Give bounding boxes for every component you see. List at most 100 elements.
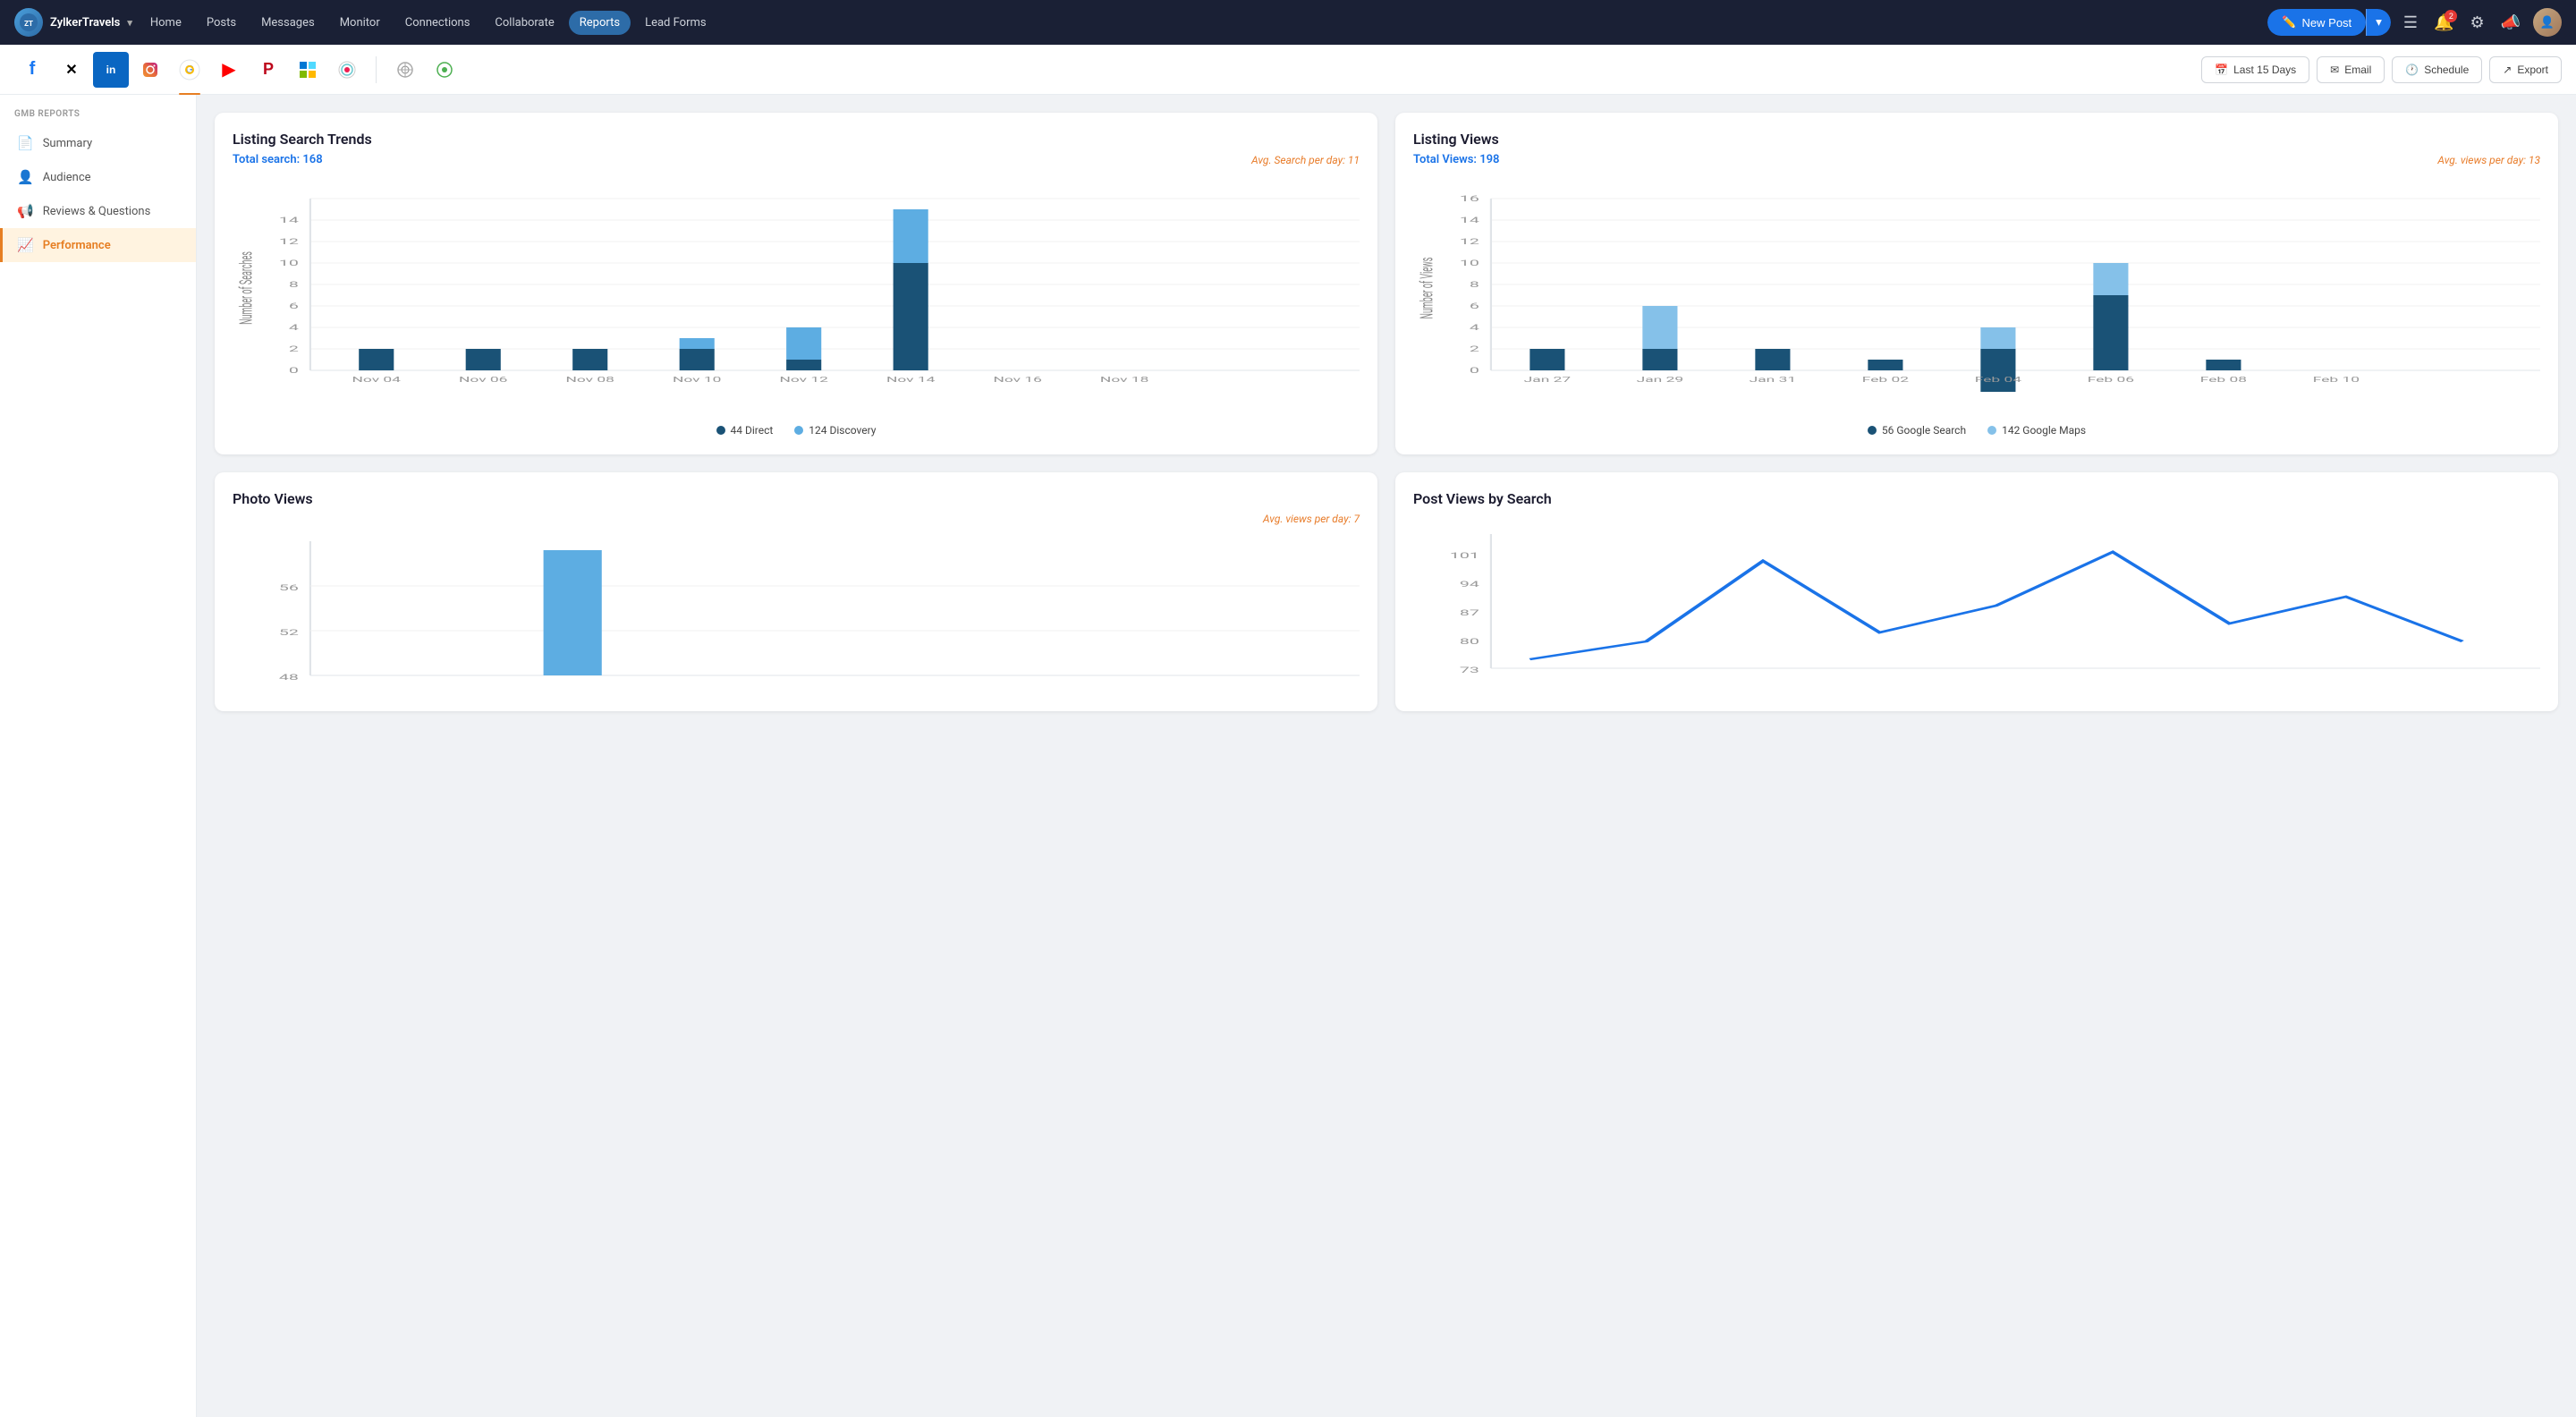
microsoft-teams-button[interactable] bbox=[290, 52, 326, 88]
svg-text:8: 8 bbox=[289, 280, 299, 290]
new-post-button[interactable]: ✏️ New Post bbox=[2267, 9, 2366, 36]
svg-text:94: 94 bbox=[1460, 580, 1480, 590]
svg-text:Jan 27: Jan 27 bbox=[1524, 376, 1572, 384]
svg-text:12: 12 bbox=[279, 237, 299, 247]
svg-text:Nov 14: Nov 14 bbox=[886, 376, 936, 384]
user-avatar[interactable]: 👤 bbox=[2533, 8, 2562, 37]
email-button[interactable]: ✉ Email bbox=[2317, 56, 2385, 83]
date-range-button[interactable]: 📅 Last 15 Days bbox=[2201, 56, 2309, 83]
svg-text:Feb 10: Feb 10 bbox=[2313, 376, 2360, 384]
svg-text:Jan 29: Jan 29 bbox=[1637, 376, 1683, 384]
post-views-card: Post Views by Search 73 80 87 94 101 bbox=[1395, 472, 2558, 711]
nav-home[interactable]: Home bbox=[140, 11, 192, 35]
svg-text:Nov 06: Nov 06 bbox=[459, 376, 507, 384]
gmb-icon-button[interactable]: G bbox=[172, 52, 208, 88]
instagram-icon-button[interactable] bbox=[132, 52, 168, 88]
settings-button[interactable]: ⚙ bbox=[2466, 10, 2487, 36]
nav-collaborate[interactable]: Collaborate bbox=[484, 11, 564, 35]
listing-search-legend: 44 Direct 124 Discovery bbox=[233, 424, 1360, 437]
svg-text:Number of Searches: Number of Searches bbox=[236, 251, 257, 325]
svg-text:Nov 08: Nov 08 bbox=[566, 376, 614, 384]
listing-search-trends-card: Listing Search Trends Total search: 168 … bbox=[215, 113, 1377, 454]
sidebar-performance-label: Performance bbox=[43, 239, 111, 252]
photo-views-chart: 48 52 56 bbox=[233, 532, 1360, 693]
audience-icon: 👤 bbox=[17, 169, 34, 185]
tiktok-icon-button[interactable] bbox=[329, 52, 365, 88]
export-button[interactable]: ↗ Export bbox=[2489, 56, 2562, 83]
nav-reports[interactable]: Reports bbox=[569, 11, 631, 35]
menu-icon-button[interactable]: ☰ bbox=[2400, 10, 2421, 36]
listing-search-meta: Total search: 168 Avg. Search per day: 1… bbox=[233, 153, 1360, 166]
brand-dropdown-icon[interactable]: ▾ bbox=[127, 17, 132, 29]
sidebar-item-audience[interactable]: 👤 Audience bbox=[0, 160, 196, 194]
nav-connections[interactable]: Connections bbox=[394, 11, 481, 35]
svg-text:48: 48 bbox=[279, 673, 299, 683]
listing-search-title: Listing Search Trends bbox=[233, 131, 1360, 148]
listing-search-avg: Avg. Search per day: 11 bbox=[1251, 154, 1360, 166]
svg-text:4: 4 bbox=[289, 323, 300, 333]
brand-logo[interactable]: ZT ZylkerTravels ▾ bbox=[14, 8, 132, 37]
nav-right: ✏️ New Post ▾ ☰ 🔔 2 ⚙ 📣 👤 bbox=[2267, 8, 2562, 37]
youtube-icon-button[interactable]: ▶ bbox=[211, 52, 247, 88]
svg-text:Nov 04: Nov 04 bbox=[352, 376, 402, 384]
sidebar-item-reviews[interactable]: 📢 Reviews & Questions bbox=[0, 194, 196, 228]
legend-google-search: 56 Google Search bbox=[1868, 424, 1966, 437]
svg-text:6: 6 bbox=[289, 301, 299, 311]
svg-text:2: 2 bbox=[289, 344, 299, 354]
social-divider bbox=[376, 56, 377, 83]
schedule-button[interactable]: 🕐 Schedule bbox=[2392, 56, 2482, 83]
svg-text:Feb 08: Feb 08 bbox=[2200, 376, 2247, 384]
schedule-label: Schedule bbox=[2424, 64, 2469, 76]
twitter-icon-button[interactable]: ✕ bbox=[54, 52, 89, 88]
clock-icon: 🕐 bbox=[2405, 64, 2419, 76]
svg-text:14: 14 bbox=[279, 216, 300, 225]
svg-text:Nov 12: Nov 12 bbox=[779, 376, 828, 384]
sidebar-section-label: GMB REPORTS bbox=[0, 109, 196, 126]
pinterest-icon-button[interactable]: P bbox=[250, 52, 286, 88]
nav-messages[interactable]: Messages bbox=[250, 11, 326, 35]
sidebar-item-summary[interactable]: 📄 Summary bbox=[0, 126, 196, 160]
new-post-dropdown-button[interactable]: ▾ bbox=[2366, 9, 2391, 36]
extra-social-2[interactable] bbox=[427, 52, 462, 88]
sidebar-item-performance[interactable]: 📈 Performance bbox=[0, 228, 196, 262]
extra-social-1[interactable] bbox=[387, 52, 423, 88]
listing-search-total: Total search: 168 bbox=[233, 153, 323, 166]
email-icon: ✉ bbox=[2330, 64, 2339, 76]
social-bar-actions: 📅 Last 15 Days ✉ Email 🕐 Schedule ↗ Expo… bbox=[2201, 56, 2562, 83]
sidebar-summary-label: Summary bbox=[43, 137, 92, 150]
top-navigation: ZT ZylkerTravels ▾ Home Posts Messages M… bbox=[0, 0, 2576, 45]
linkedin-icon-button[interactable]: in bbox=[93, 52, 129, 88]
listing-search-chart: 0 2 4 6 8 10 12 14 Number of Searches No… bbox=[233, 181, 1360, 413]
export-icon: ↗ bbox=[2503, 64, 2512, 76]
photo-views-title: Photo Views bbox=[233, 490, 1360, 507]
svg-text:Number of Views: Number of Views bbox=[1417, 257, 1437, 318]
nav-lead-forms[interactable]: Lead Forms bbox=[634, 11, 717, 35]
svg-text:101: 101 bbox=[1450, 551, 1479, 561]
listing-views-legend: 56 Google Search 142 Google Maps bbox=[1413, 424, 2540, 437]
svg-text:Feb 02: Feb 02 bbox=[1862, 376, 1910, 384]
svg-text:Nov 10: Nov 10 bbox=[673, 376, 721, 384]
new-post-icon: ✏️ bbox=[2282, 15, 2296, 30]
legend-direct-dot bbox=[716, 426, 725, 435]
calendar-icon: 📅 bbox=[2215, 64, 2228, 76]
nav-monitor[interactable]: Monitor bbox=[329, 11, 391, 35]
svg-text:16: 16 bbox=[1460, 194, 1479, 204]
svg-text:80: 80 bbox=[1460, 637, 1479, 647]
main-layout: GMB REPORTS 📄 Summary 👤 Audience 📢 Revie… bbox=[0, 95, 2576, 1417]
legend-discovery-label: 124 Discovery bbox=[809, 424, 876, 437]
listing-views-total: Total Views: 198 bbox=[1413, 153, 1499, 166]
sidebar-audience-label: Audience bbox=[43, 171, 91, 184]
facebook-icon-button[interactable]: f bbox=[14, 52, 50, 88]
post-views-chart: 73 80 87 94 101 bbox=[1413, 525, 2540, 686]
svg-text:12: 12 bbox=[1460, 237, 1479, 247]
megaphone-button[interactable]: 📣 bbox=[2497, 10, 2524, 36]
svg-text:Feb 04: Feb 04 bbox=[1975, 376, 2022, 384]
svg-text:87: 87 bbox=[1460, 608, 1479, 618]
legend-google-maps-dot bbox=[1987, 426, 1996, 435]
nav-posts[interactable]: Posts bbox=[196, 11, 247, 35]
svg-text:0: 0 bbox=[1470, 366, 1479, 376]
svg-text:Nov 18: Nov 18 bbox=[1100, 376, 1148, 384]
social-bar: f ✕ in G ▶ P bbox=[0, 45, 2576, 95]
notifications-button[interactable]: 🔔 2 bbox=[2430, 10, 2457, 36]
svg-text:56: 56 bbox=[279, 583, 299, 593]
